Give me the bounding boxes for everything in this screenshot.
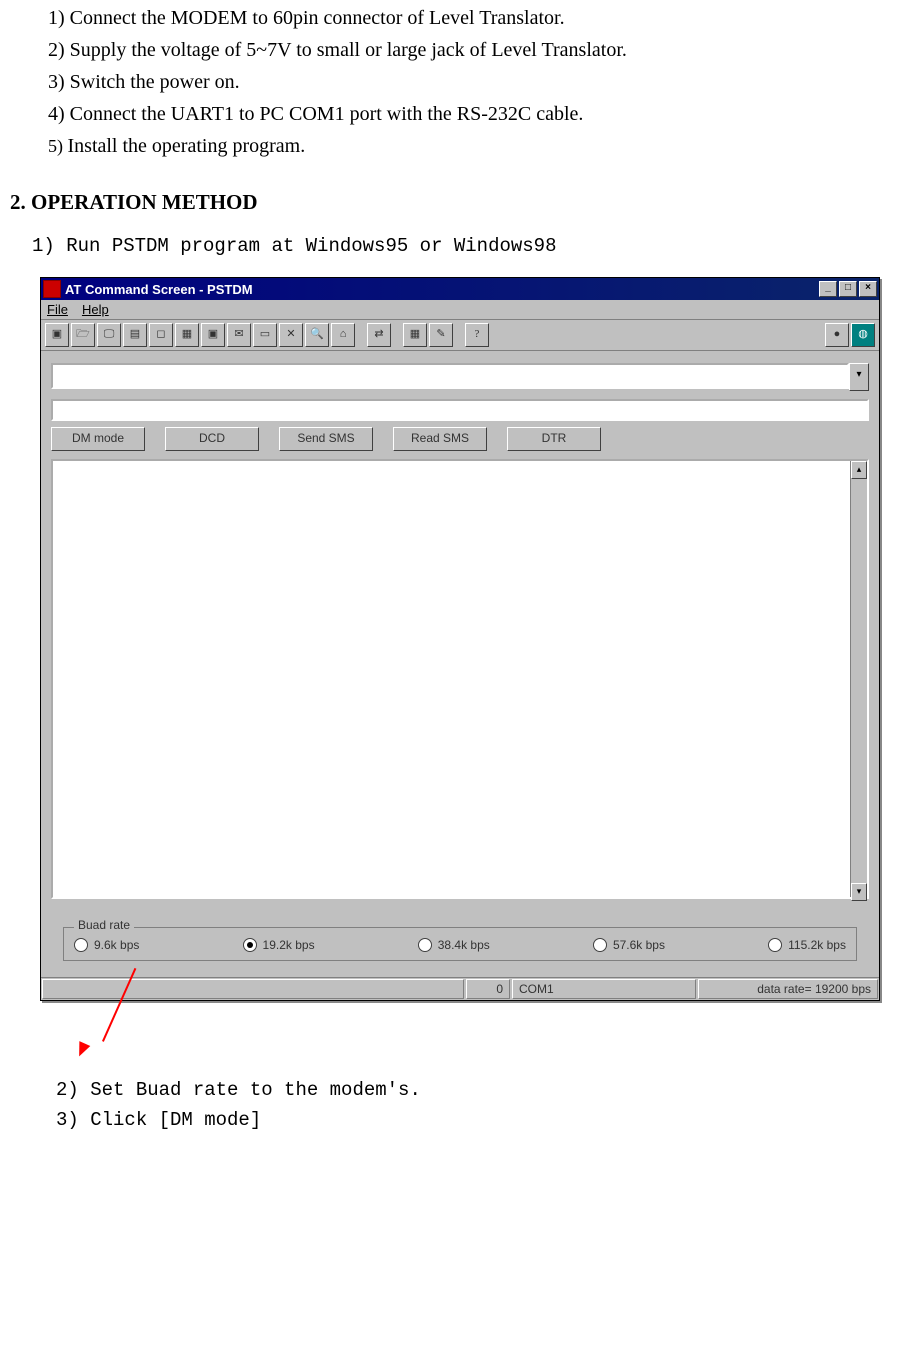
menu-help[interactable]: Help <box>82 302 109 317</box>
status-cell-empty <box>42 979 464 999</box>
step-5: 5) Install the operating program. <box>48 132 890 160</box>
radio-icon <box>768 938 782 952</box>
window-content: ▾ DM mode DCD Send SMS Read SMS DTR ▴ <box>41 351 879 977</box>
toolbar-btn-13[interactable]: ⇄ <box>367 323 391 347</box>
toolbar-btn-6[interactable]: ▦ <box>175 323 199 347</box>
step-1: 1) Connect the MODEM to 60pin connector … <box>48 4 890 32</box>
command-line-2 <box>51 397 869 421</box>
maximize-button[interactable]: □ <box>839 281 857 297</box>
baud-19200-label: 19.2k bps <box>263 938 315 952</box>
toolbar-btn-2[interactable]: 🗁 <box>71 323 95 347</box>
toolbar-btn-12[interactable]: ⌂ <box>331 323 355 347</box>
dcd-button[interactable]: DCD <box>165 427 259 451</box>
baud-38400[interactable]: 38.4k bps <box>418 938 490 952</box>
radio-icon <box>593 938 607 952</box>
section-2-heading: 2. OPERATION METHOD <box>10 190 890 215</box>
window-title: AT Command Screen - PSTDM <box>65 282 819 297</box>
toolbar-btn-8[interactable]: ✉ <box>227 323 251 347</box>
toolbar-btn-11[interactable]: 🔍 <box>305 323 329 347</box>
radio-icon-selected <box>243 938 257 952</box>
send-sms-button[interactable]: Send SMS <box>279 427 373 451</box>
toolbar-btn-help[interactable]: ? <box>465 323 489 347</box>
dm-mode-button[interactable]: DM mode <box>51 427 145 451</box>
command-input[interactable] <box>51 363 849 389</box>
baud-9600-label: 9.6k bps <box>94 938 139 952</box>
toolbar-btn-status[interactable]: ● <box>825 323 849 347</box>
arrow-head-icon <box>74 1041 91 1059</box>
scroll-track[interactable] <box>851 479 867 883</box>
baud-57600-label: 57.6k bps <box>613 938 665 952</box>
operation-step-3: 3) Click [DM mode] <box>56 1109 890 1131</box>
baud-rate-group: Buad rate 9.6k bps 19.2k bps 38.4k bp <box>63 927 857 961</box>
baud-9600[interactable]: 9.6k bps <box>74 938 139 952</box>
toolbar-btn-10[interactable]: ✕ <box>279 323 303 347</box>
step-2: 2) Supply the voltage of 5~7V to small o… <box>48 36 890 64</box>
step-5-num: 5) <box>48 136 68 156</box>
toolbar-btn-14[interactable]: ▦ <box>403 323 427 347</box>
menu-file-label: File <box>47 302 68 317</box>
toolbar-btn-globe[interactable]: ◍ <box>851 323 875 347</box>
close-button[interactable]: × <box>859 281 877 297</box>
output-textarea[interactable] <box>51 459 869 899</box>
scroll-up-button[interactable]: ▴ <box>851 461 867 479</box>
annotation-arrow <box>40 1001 880 1071</box>
toolbar-btn-9[interactable]: ▭ <box>253 323 277 347</box>
toolbar-btn-15[interactable]: ✎ <box>429 323 453 347</box>
dropdown-button[interactable]: ▾ <box>849 363 869 391</box>
radio-icon <box>74 938 88 952</box>
step-3: 3) Switch the power on. <box>48 68 890 96</box>
read-sms-button[interactable]: Read SMS <box>393 427 487 451</box>
status-cell-port: COM1 <box>512 979 696 999</box>
toolbar-btn-7[interactable]: ▣ <box>201 323 225 347</box>
baud-19200[interactable]: 19.2k bps <box>243 938 315 952</box>
operation-step-1: 1) Run PSTDM program at Windows95 or Win… <box>32 235 890 257</box>
toolbar-btn-1[interactable]: ▣ <box>45 323 69 347</box>
toolbar-btn-3[interactable]: 🖵 <box>97 323 121 347</box>
baud-115200-label: 115.2k bps <box>788 938 846 952</box>
menu-bar: File Help <box>41 300 879 320</box>
status-cell-rate: data rate= 19200 bps <box>698 979 878 999</box>
step-5-text: Install the operating program. <box>68 135 306 157</box>
menu-file[interactable]: File <box>47 302 68 317</box>
command-input-2[interactable] <box>51 399 869 421</box>
title-bar[interactable]: AT Command Screen - PSTDM _ □ × <box>41 278 879 300</box>
operation-step-2: 2) Set Buad rate to the modem's. <box>56 1079 890 1101</box>
status-cell-count: 0 <box>466 979 510 999</box>
menu-help-label: Help <box>82 302 109 317</box>
scrollbar[interactable]: ▴ ▾ <box>850 461 867 897</box>
baud-57600[interactable]: 57.6k bps <box>593 938 665 952</box>
button-row: DM mode DCD Send SMS Read SMS DTR <box>51 427 869 451</box>
baud-rate-legend: Buad rate <box>74 918 134 932</box>
toolbar-btn-5[interactable]: ◻ <box>149 323 173 347</box>
screenshot-window-wrap: AT Command Screen - PSTDM _ □ × File Hel… <box>40 277 880 1071</box>
toolbar-btn-4[interactable]: ▤ <box>123 323 147 347</box>
command-combo: ▾ <box>51 363 869 391</box>
step-4: 4) Connect the UART1 to PC COM1 port wit… <box>48 100 890 128</box>
radio-icon <box>418 938 432 952</box>
minimize-button[interactable]: _ <box>819 281 837 297</box>
app-window: AT Command Screen - PSTDM _ □ × File Hel… <box>40 277 880 1001</box>
scroll-down-button[interactable]: ▾ <box>851 883 867 901</box>
app-icon <box>43 280 61 298</box>
status-bar: 0 COM1 data rate= 19200 bps <box>41 977 879 1000</box>
dtr-button[interactable]: DTR <box>507 427 601 451</box>
baud-38400-label: 38.4k bps <box>438 938 490 952</box>
baud-115200[interactable]: 115.2k bps <box>768 938 846 952</box>
toolbar: ▣ 🗁 🖵 ▤ ◻ ▦ ▣ ✉ ▭ ✕ 🔍 ⌂ ⇄ ▦ ✎ ? ● <box>41 320 879 351</box>
output-area: ▴ ▾ <box>51 459 869 899</box>
